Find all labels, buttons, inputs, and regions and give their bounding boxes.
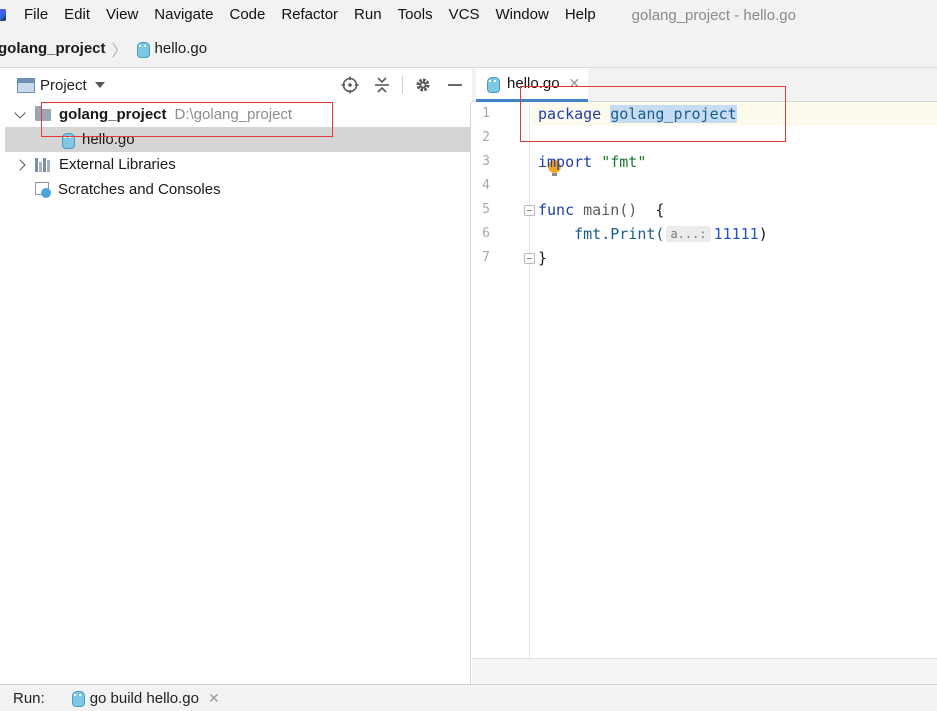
line-number: 1 xyxy=(482,106,490,121)
code-line-5: func main() { xyxy=(538,198,664,222)
project-root-name: golang_project xyxy=(59,106,167,123)
close-paren: ) xyxy=(758,225,768,243)
project-panel: Project golang_project D:\golang_project… xyxy=(0,68,471,684)
code-line-1: package golang_project xyxy=(538,102,737,126)
parameter-hint: a...: xyxy=(666,226,711,242)
project-root-path: D:\golang_project xyxy=(174,106,293,123)
run-tab-label: go build hello.go xyxy=(89,689,199,707)
menu-bar: File Edit View Navigate Code Refactor Ru… xyxy=(0,0,937,30)
code-editor[interactable]: package golang_project import "fmt" func… xyxy=(532,102,937,658)
tree-item-hello-go[interactable]: hello.go xyxy=(5,127,471,152)
chevron-right-icon xyxy=(14,158,26,171)
toolbar-divider xyxy=(402,76,403,94)
go-file-icon xyxy=(136,41,150,58)
package-name: golang_project xyxy=(610,105,737,123)
folder-icon xyxy=(35,105,51,121)
expand-toggle[interactable] xyxy=(5,106,35,119)
collapse-all-button[interactable] xyxy=(369,72,395,98)
go-file-icon xyxy=(486,76,500,93)
run-tab-go-build[interactable]: go build hello.go ✕ xyxy=(71,690,220,707)
menu-file[interactable]: File xyxy=(16,0,56,30)
window-title: golang_project - hello.go xyxy=(631,6,796,24)
chevron-down-icon[interactable] xyxy=(94,82,105,88)
breadcrumb-project[interactable]: golang_project xyxy=(0,40,106,57)
line-number: 5 xyxy=(482,202,490,217)
open-brace: { xyxy=(655,201,665,219)
minimize-icon xyxy=(448,84,462,86)
code-line-3: import "fmt" xyxy=(538,150,646,174)
project-panel-title[interactable]: Project xyxy=(40,77,87,94)
close-icon[interactable]: ✕ xyxy=(208,690,220,707)
menu-refactor[interactable]: Refactor xyxy=(273,0,346,30)
function-name: main() xyxy=(583,201,638,219)
menu-navigate[interactable]: Navigate xyxy=(146,0,221,30)
tree-item-label: hello.go xyxy=(82,131,135,148)
editor-pane: hello.go ✕ 1 2 3 4 5 6 7 package golang_… xyxy=(472,68,937,684)
project-window-icon xyxy=(17,77,35,93)
run-label: Run: xyxy=(13,689,45,707)
go-file-icon xyxy=(71,690,85,707)
line-number: 7 xyxy=(482,250,490,265)
line-number: 3 xyxy=(482,154,490,169)
code-line-7: } xyxy=(538,246,547,270)
number-literal: 11111 xyxy=(713,225,759,243)
settings-button[interactable] xyxy=(410,72,436,98)
menu-help[interactable]: Help xyxy=(557,0,604,30)
code-line-6: fmt.Print(a...: 11111) xyxy=(538,222,768,246)
breadcrumb-file[interactable]: hello.go xyxy=(155,40,208,57)
menu-code[interactable]: Code xyxy=(221,0,273,30)
close-icon[interactable]: ✕ xyxy=(569,75,581,92)
tree-item-external-libraries[interactable]: External Libraries xyxy=(5,152,471,177)
close-brace: } xyxy=(538,249,548,267)
tree-item-scratches[interactable]: Scratches and Consoles xyxy=(5,177,471,202)
function-call: fmt.Print( xyxy=(574,225,665,243)
collapse-all-icon xyxy=(375,77,389,93)
line-number: 2 xyxy=(482,130,490,145)
locate-file-button[interactable] xyxy=(337,72,363,98)
tree-item-project-root[interactable]: golang_project D:\golang_project xyxy=(5,102,471,127)
breadcrumb: golang_project 〉 hello.go xyxy=(0,30,937,68)
project-panel-toolbar xyxy=(334,68,471,102)
editor-gutter: 1 2 3 4 5 6 7 xyxy=(472,102,535,658)
chevron-down-icon xyxy=(14,106,26,119)
breadcrumb-separator: 〉 xyxy=(111,42,128,60)
tree-item-label: Scratches and Consoles xyxy=(58,181,221,198)
menu-vcs[interactable]: VCS xyxy=(441,0,488,30)
libraries-icon xyxy=(35,157,51,172)
keyword-import: import xyxy=(538,153,593,171)
editor-tab-label: hello.go xyxy=(507,75,560,92)
gear-icon xyxy=(416,78,430,92)
project-panel-header: Project xyxy=(5,68,471,102)
hide-panel-button[interactable] xyxy=(442,72,468,98)
menu-run[interactable]: Run xyxy=(346,0,390,30)
editor-tab-bar: hello.go ✕ xyxy=(472,68,937,102)
import-path: "fmt" xyxy=(601,153,647,171)
keyword-func: func xyxy=(538,201,575,219)
menu-tools[interactable]: Tools xyxy=(390,0,441,30)
line-number: 4 xyxy=(482,178,490,193)
menu-window[interactable]: Window xyxy=(487,0,556,30)
scratches-icon xyxy=(35,181,51,198)
app-logo-icon xyxy=(0,6,8,24)
tree-item-label: External Libraries xyxy=(59,156,176,173)
run-tool-window-bar: Run: go build hello.go ✕ xyxy=(0,684,937,711)
keyword-package: package xyxy=(538,105,602,123)
editor-tab-hello-go[interactable]: hello.go ✕ xyxy=(476,68,588,102)
menu-edit[interactable]: Edit xyxy=(56,0,98,30)
crosshair-icon xyxy=(341,76,359,94)
project-tree: golang_project D:\golang_project hello.g… xyxy=(5,102,471,202)
menu-view[interactable]: View xyxy=(98,0,146,30)
go-file-icon xyxy=(61,132,75,149)
expand-toggle[interactable] xyxy=(5,158,35,171)
editor-horizontal-scroll[interactable] xyxy=(472,658,937,684)
line-number: 6 xyxy=(482,226,490,241)
